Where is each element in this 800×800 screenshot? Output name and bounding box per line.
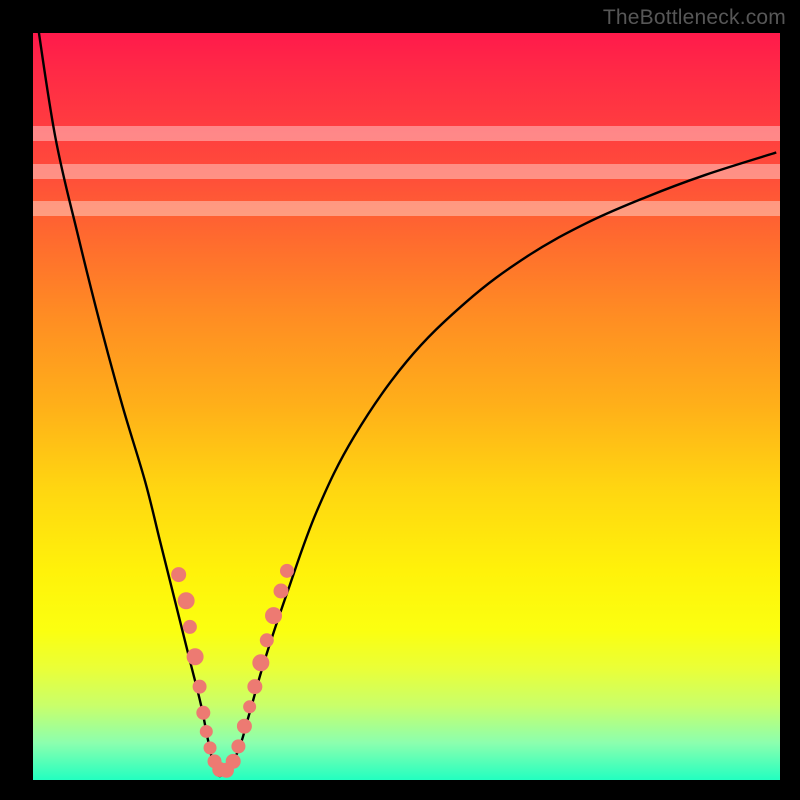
- data-marker: [266, 608, 282, 624]
- data-marker: [204, 742, 216, 754]
- chart-svg: [33, 33, 780, 780]
- data-marker: [178, 593, 194, 609]
- data-marker: [274, 584, 288, 598]
- data-marker: [244, 701, 256, 713]
- data-marker: [197, 706, 210, 719]
- watermark-text: TheBottleneck.com: [603, 6, 786, 30]
- data-marker: [200, 725, 212, 737]
- chart-frame: TheBottleneck.com: [0, 0, 800, 800]
- data-marker: [260, 634, 273, 647]
- data-marker: [193, 680, 206, 693]
- markers-layer: [172, 564, 294, 777]
- data-marker: [248, 680, 262, 694]
- data-marker: [253, 655, 269, 671]
- curve-layer: [37, 18, 777, 776]
- data-marker: [226, 754, 240, 768]
- data-marker: [172, 568, 186, 582]
- data-marker: [280, 564, 293, 577]
- bottleneck-curve: [37, 18, 777, 776]
- data-marker: [187, 649, 203, 665]
- data-marker: [183, 620, 196, 633]
- data-marker: [232, 740, 245, 753]
- data-marker: [237, 719, 251, 733]
